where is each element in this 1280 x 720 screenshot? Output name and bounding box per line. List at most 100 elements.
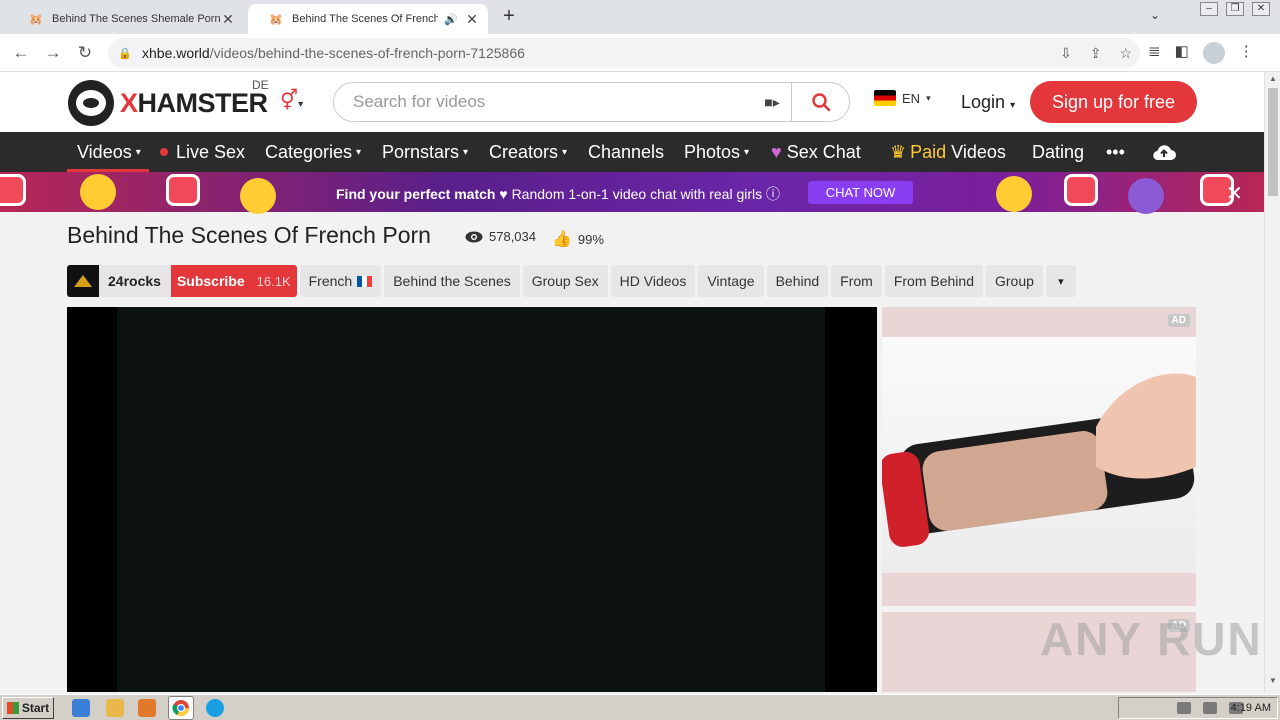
profile-avatar-icon[interactable]	[1202, 42, 1225, 64]
nav-categories[interactable]: Categories ▾	[265, 132, 361, 172]
search-icon	[811, 93, 830, 112]
language-selector[interactable]: EN ▾	[874, 90, 931, 106]
eye-icon	[465, 231, 483, 242]
live-dot-icon	[160, 148, 168, 156]
nav-sex-chat[interactable]: ♥ Sex Chat	[771, 132, 861, 172]
share-icon[interactable]: ⇪	[1090, 45, 1102, 62]
expand-tags-chevron-icon[interactable]: ▾	[1045, 265, 1076, 297]
tag-from[interactable]: From	[831, 265, 882, 297]
search-button[interactable]	[791, 83, 849, 121]
nav-photos[interactable]: Photos ▾	[684, 132, 749, 172]
audio-playing-icon[interactable]: 🔊	[444, 13, 458, 26]
browser-tab-2[interactable]: 🐹 Behind The Scenes Of French P 🔊 ✕	[248, 4, 488, 34]
ad-badge: AD	[1167, 314, 1190, 327]
nav-dating[interactable]: Dating	[1032, 132, 1084, 172]
clock[interactable]: 4:19 AM	[1231, 702, 1271, 714]
video-player[interactable]	[67, 307, 877, 692]
close-tab-icon[interactable]: ✕	[464, 11, 480, 27]
subscriber-count: 16.1K	[256, 273, 291, 289]
site-favicon-icon: 🐹	[29, 13, 43, 26]
logo-wordmark: XHAMSTER	[120, 87, 268, 118]
lock-icon[interactable]: 🔒	[118, 47, 132, 60]
site-logo[interactable]: XHAMSTER	[68, 80, 268, 126]
close-window-icon[interactable]: ✕	[1252, 2, 1270, 16]
search-input[interactable]	[334, 92, 753, 112]
new-tab-button[interactable]: +	[498, 6, 520, 28]
video-frame	[117, 307, 825, 692]
nav-pornstars[interactable]: Pornstars ▾	[382, 132, 468, 172]
start-button[interactable]: Start	[2, 697, 54, 719]
nav-creators[interactable]: Creators ▾	[489, 132, 567, 172]
reload-icon[interactable]: ↻	[74, 42, 96, 64]
tag-group[interactable]: Group	[986, 265, 1043, 297]
upload-cloud-icon[interactable]	[1152, 132, 1176, 172]
bookmark-star-icon[interactable]: ☆	[1119, 45, 1132, 62]
login-button[interactable]: Login ▾	[961, 92, 1015, 113]
gender-symbols-icon: ⚥	[280, 90, 299, 112]
scroll-down-arrow-icon[interactable]: ▼	[1265, 676, 1280, 690]
volume-icon[interactable]	[1177, 702, 1191, 714]
scroll-up-arrow-icon[interactable]: ▲	[1265, 74, 1280, 88]
close-tab-icon[interactable]: ✕	[220, 11, 236, 27]
chrome-icon	[172, 700, 190, 717]
sidebar-ad[interactable]: AD	[879, 307, 1196, 606]
nav-live-sex[interactable]: Live Sex	[160, 132, 245, 172]
hamster-logo-icon	[68, 80, 114, 126]
tag-behind[interactable]: Behind	[766, 265, 829, 297]
views-stat: 578,034	[465, 229, 536, 244]
crown-icon: ♛	[890, 141, 907, 162]
chrome-menu-icon[interactable]: ⋮	[1239, 42, 1254, 64]
network-icon[interactable]	[1203, 702, 1217, 714]
chrome-taskbar-button[interactable]	[168, 696, 194, 720]
forward-arrow-icon[interactable]: →	[42, 42, 64, 64]
site-favicon-icon: 🐹	[269, 13, 283, 26]
tag-french[interactable]: French	[299, 265, 382, 297]
install-app-icon[interactable]: ⇩	[1060, 45, 1072, 62]
tag-group-sex[interactable]: Group Sex	[522, 265, 608, 297]
tag-behind-the-scenes[interactable]: Behind the Scenes	[384, 265, 520, 297]
browser-tab-1[interactable]: 🐹 Behind The Scenes Shemale Porn Vid ✕	[8, 4, 244, 34]
tab-title: Behind The Scenes Of French P	[292, 13, 439, 25]
url-host: xhbe.world	[142, 45, 210, 61]
reading-list-icon[interactable]: ≣	[1148, 42, 1161, 64]
region-label: DE	[252, 78, 269, 92]
nav-more-icon[interactable]: •••	[1106, 132, 1125, 172]
scroll-thumb[interactable]	[1268, 88, 1278, 196]
promo-banner[interactable]: Find your perfect match ♥ Random 1-on-1 …	[0, 172, 1264, 214]
edge-icon[interactable]	[206, 699, 224, 717]
internet-explorer-icon[interactable]	[72, 699, 90, 717]
media-player-icon[interactable]	[138, 699, 156, 717]
orientation-selector[interactable]: ⚥▾	[280, 88, 303, 113]
signup-button[interactable]: Sign up for free	[1030, 81, 1197, 123]
tags-row: 24rocks Subscribe 16.1K French Behind the…	[67, 265, 1076, 297]
chat-heart-icon: ♥	[771, 141, 782, 162]
channel-name[interactable]: 24rocks	[99, 265, 171, 297]
channel-logo-icon[interactable]	[67, 265, 99, 297]
back-arrow-icon[interactable]: ←	[10, 42, 32, 64]
language-label: EN	[902, 90, 921, 106]
kiss-emoji-icon	[80, 174, 116, 210]
system-tray: 4:19 AM	[1118, 697, 1278, 719]
tag-from-behind[interactable]: From Behind	[884, 265, 983, 297]
nav-channels[interactable]: Channels	[588, 132, 664, 172]
tag-vintage[interactable]: Vintage	[698, 265, 764, 297]
minimize-icon[interactable]: –	[1200, 2, 1218, 16]
side-panel-icon[interactable]: ◧	[1175, 42, 1189, 64]
page-scrollbar[interactable]: ▲ ▼	[1264, 72, 1280, 692]
address-bar[interactable]: 🔒 xhbe.world/videos/behind-the-scenes-of…	[108, 38, 1140, 68]
thumbs-up-icon[interactable]: 👍	[552, 229, 572, 249]
restore-icon[interactable]: ❐	[1226, 2, 1244, 16]
subscribe-button[interactable]: Subscribe 16.1K	[170, 265, 297, 297]
heart-icon: ♥	[499, 186, 508, 202]
anyrun-watermark: ANY RUN	[1040, 613, 1263, 665]
search-bar: ■▸	[333, 82, 850, 122]
folder-icon[interactable]	[106, 699, 124, 717]
video-camera-icon[interactable]: ■▸	[753, 94, 791, 111]
rating-stat: 👍 99%	[552, 229, 604, 249]
nav-videos[interactable]: Videos ▾	[67, 132, 149, 172]
tag-hd-videos[interactable]: HD Videos	[610, 265, 696, 297]
close-banner-icon[interactable]: ✕	[1226, 181, 1243, 206]
tab-search-chevron-icon[interactable]: ⌄	[1150, 8, 1160, 22]
chat-now-button[interactable]: CHAT NOW	[808, 181, 913, 204]
nav-paid-videos[interactable]: ♛ Paid Videos	[890, 132, 1006, 172]
